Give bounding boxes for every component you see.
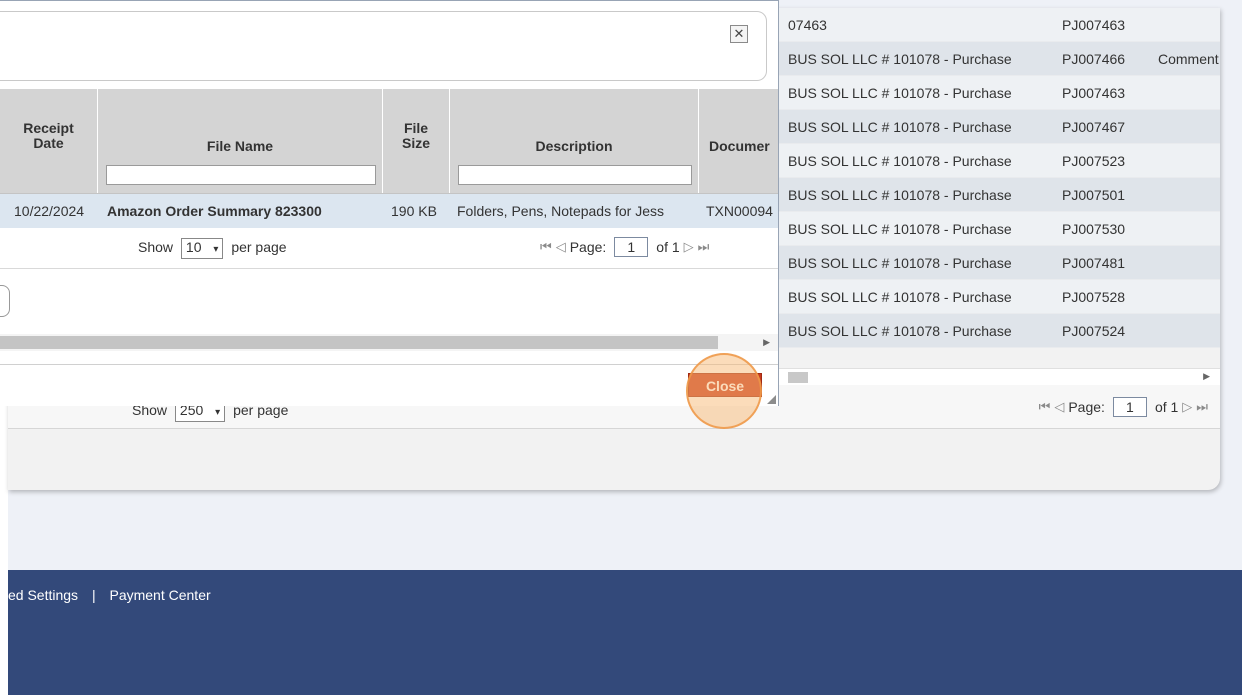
scrollbar-thumb[interactable]: [788, 372, 808, 383]
column-label: File Name: [206, 138, 274, 154]
page-of-label: of 1: [1154, 399, 1179, 415]
column-label: Receipt Date: [23, 120, 74, 151]
grid-header: Receipt Date File Name File Size Descrip…: [0, 89, 778, 193]
per-page-select[interactable]: 10 ▾: [180, 238, 224, 259]
table-row[interactable]: BUS SOL LLC # 101078 - Purchase PJ007481: [778, 246, 1220, 280]
reference-cell: PJ007463: [1062, 85, 1126, 101]
first-page-icon[interactable]: ⏮: [540, 239, 552, 255]
page-of-label: of 1: [656, 239, 680, 255]
reference-cell: PJ007466: [1062, 51, 1126, 67]
modal-horizontal-scrollbar[interactable]: ▶: [0, 334, 778, 351]
modal-header-box: ✕: [0, 11, 767, 81]
last-page-icon[interactable]: ⏭: [698, 239, 710, 255]
reference-cell: PJ007501: [1062, 187, 1126, 203]
show-label: Show: [138, 239, 174, 255]
vendor-cell: BUS SOL LLC # 101078 - Purchase: [788, 255, 1012, 271]
page-number-input[interactable]: 1: [614, 237, 649, 257]
prev-page-icon[interactable]: ◁: [556, 239, 566, 255]
column-file-name[interactable]: File Name: [98, 89, 383, 193]
description-filter-input[interactable]: [458, 165, 692, 185]
file-name-filter-input[interactable]: [106, 165, 376, 185]
partial-input-box[interactable]: [0, 285, 10, 317]
table-row[interactable]: BUS SOL LLC # 101078 - Purchase PJ007501: [778, 178, 1220, 212]
vendor-cell: BUS SOL LLC # 101078 - Purchase: [788, 221, 1012, 237]
reference-cell: PJ007530: [1062, 221, 1126, 237]
scroll-right-icon[interactable]: ▶: [763, 337, 770, 348]
reference-cell: PJ007528: [1062, 289, 1126, 305]
footer: ed Settings | Payment Center: [8, 570, 1242, 695]
receipt-date-cell: 10/22/2024: [14, 203, 85, 219]
close-button[interactable]: Close: [688, 373, 762, 397]
column-label: Description: [535, 138, 613, 154]
table-row[interactable]: BUS SOL LLC # 101078 - Purchase PJ007530: [778, 212, 1220, 246]
prev-page-icon[interactable]: ◁: [1054, 399, 1064, 415]
vendor-cell: BUS SOL LLC # 101078 - Purchase: [788, 289, 1012, 305]
column-label: File Size: [401, 120, 430, 151]
column-receipt-date[interactable]: Receipt Date: [0, 89, 98, 193]
chevron-down-icon: ▾: [215, 407, 221, 418]
description-cell: Folders, Pens, Notepads for Jess: [457, 203, 664, 219]
attachments-grid: Receipt Date File Name File Size Descrip…: [0, 89, 778, 269]
last-page-icon[interactable]: ⏭: [1196, 399, 1208, 415]
table-row[interactable]: BUS SOL LLC # 101078 - Purchase PJ007524: [778, 314, 1220, 348]
comment-cell: Comment: [1158, 51, 1219, 67]
file-size-cell: 190 KB: [391, 203, 437, 219]
table-row[interactable]: BUS SOL LLC # 101078 - Purchase PJ007528: [778, 280, 1220, 314]
vendor-cell: BUS SOL LLC # 101078 - Purchase: [788, 323, 1012, 339]
modal-pagination: ⏮ ◁ Page: 1 of 1 ▷ ⏭: [540, 237, 709, 257]
close-icon[interactable]: ✕: [730, 25, 748, 43]
per-page-label: per page: [231, 239, 287, 255]
reference-cell: PJ007523: [1062, 153, 1126, 169]
file-name-cell[interactable]: Amazon Order Summary 823300: [107, 203, 322, 219]
reference-cell: PJ007524: [1062, 323, 1126, 339]
page-label: Page:: [1068, 399, 1105, 415]
reference-cell: PJ007481: [1062, 255, 1126, 271]
column-description[interactable]: Description: [450, 89, 699, 193]
footer-link-settings[interactable]: ed Settings: [8, 587, 78, 603]
table-row[interactable]: BUS SOL LLC # 101078 - Purchase PJ007523: [778, 144, 1220, 178]
reference-cell: PJ007463: [1062, 17, 1126, 33]
table-row[interactable]: BUS SOL LLC # 101078 - Purchase PJ007463: [778, 76, 1220, 110]
reference-cell: PJ007467: [1062, 119, 1126, 135]
vendor-cell: 07463: [788, 17, 827, 33]
resize-grip-icon[interactable]: [767, 395, 776, 404]
background-table: 07463 PJ007463 BUS SOL LLC # 101078 - Pu…: [778, 8, 1220, 348]
scrollbar-thumb[interactable]: [0, 336, 718, 349]
per-page-value: 10: [185, 239, 202, 255]
first-page-icon[interactable]: ⏮: [1039, 399, 1051, 415]
vendor-cell: BUS SOL LLC # 101078 - Purchase: [788, 85, 1012, 101]
vendor-cell: BUS SOL LLC # 101078 - Purchase: [788, 187, 1012, 203]
table-row[interactable]: BUS SOL LLC # 101078 - Purchase PJ007466…: [778, 42, 1220, 76]
vendor-cell: BUS SOL LLC # 101078 - Purchase: [788, 51, 1012, 67]
background-pagination: ⏮ ◁ Page: 1 of 1 ▷ ⏭: [1039, 397, 1208, 417]
footer-separator: |: [91, 587, 96, 603]
table-row[interactable]: 07463 PJ007463: [778, 8, 1220, 42]
page-number-input[interactable]: 1: [1112, 397, 1147, 417]
page-label: Page:: [569, 239, 607, 255]
next-page-icon[interactable]: ▷: [684, 239, 694, 255]
vendor-cell: BUS SOL LLC # 101078 - Purchase: [788, 153, 1012, 169]
chevron-down-icon: ▾: [213, 244, 219, 255]
footer-link-payment-center[interactable]: Payment Center: [109, 587, 210, 603]
vendor-cell: BUS SOL LLC # 101078 - Purchase: [788, 119, 1012, 135]
grid-pager: Show 10 ▾ per page ⏮ ◁ Page: 1 of 1 ▷ ⏭: [0, 228, 778, 269]
scroll-right-icon[interactable]: ▶: [1203, 371, 1210, 382]
column-file-size[interactable]: File Size: [383, 89, 450, 193]
background-horizontal-scrollbar[interactable]: ▶: [778, 368, 1220, 385]
modal-per-page: Show 10 ▾ per page: [138, 238, 287, 259]
column-document[interactable]: Documer: [699, 89, 778, 193]
attachments-modal: ✕ Receipt Date File Name File Size Descr…: [0, 0, 779, 406]
footer-links: ed Settings | Payment Center: [8, 587, 211, 603]
modal-footer: Close: [0, 364, 778, 406]
column-label: Documer: [709, 138, 770, 154]
table-row[interactable]: BUS SOL LLC # 101078 - Purchase PJ007467: [778, 110, 1220, 144]
document-cell: TXN00094: [706, 203, 773, 219]
table-row[interactable]: 10/22/2024 Amazon Order Summary 823300 1…: [0, 193, 778, 228]
next-page-icon[interactable]: ▷: [1182, 399, 1192, 415]
